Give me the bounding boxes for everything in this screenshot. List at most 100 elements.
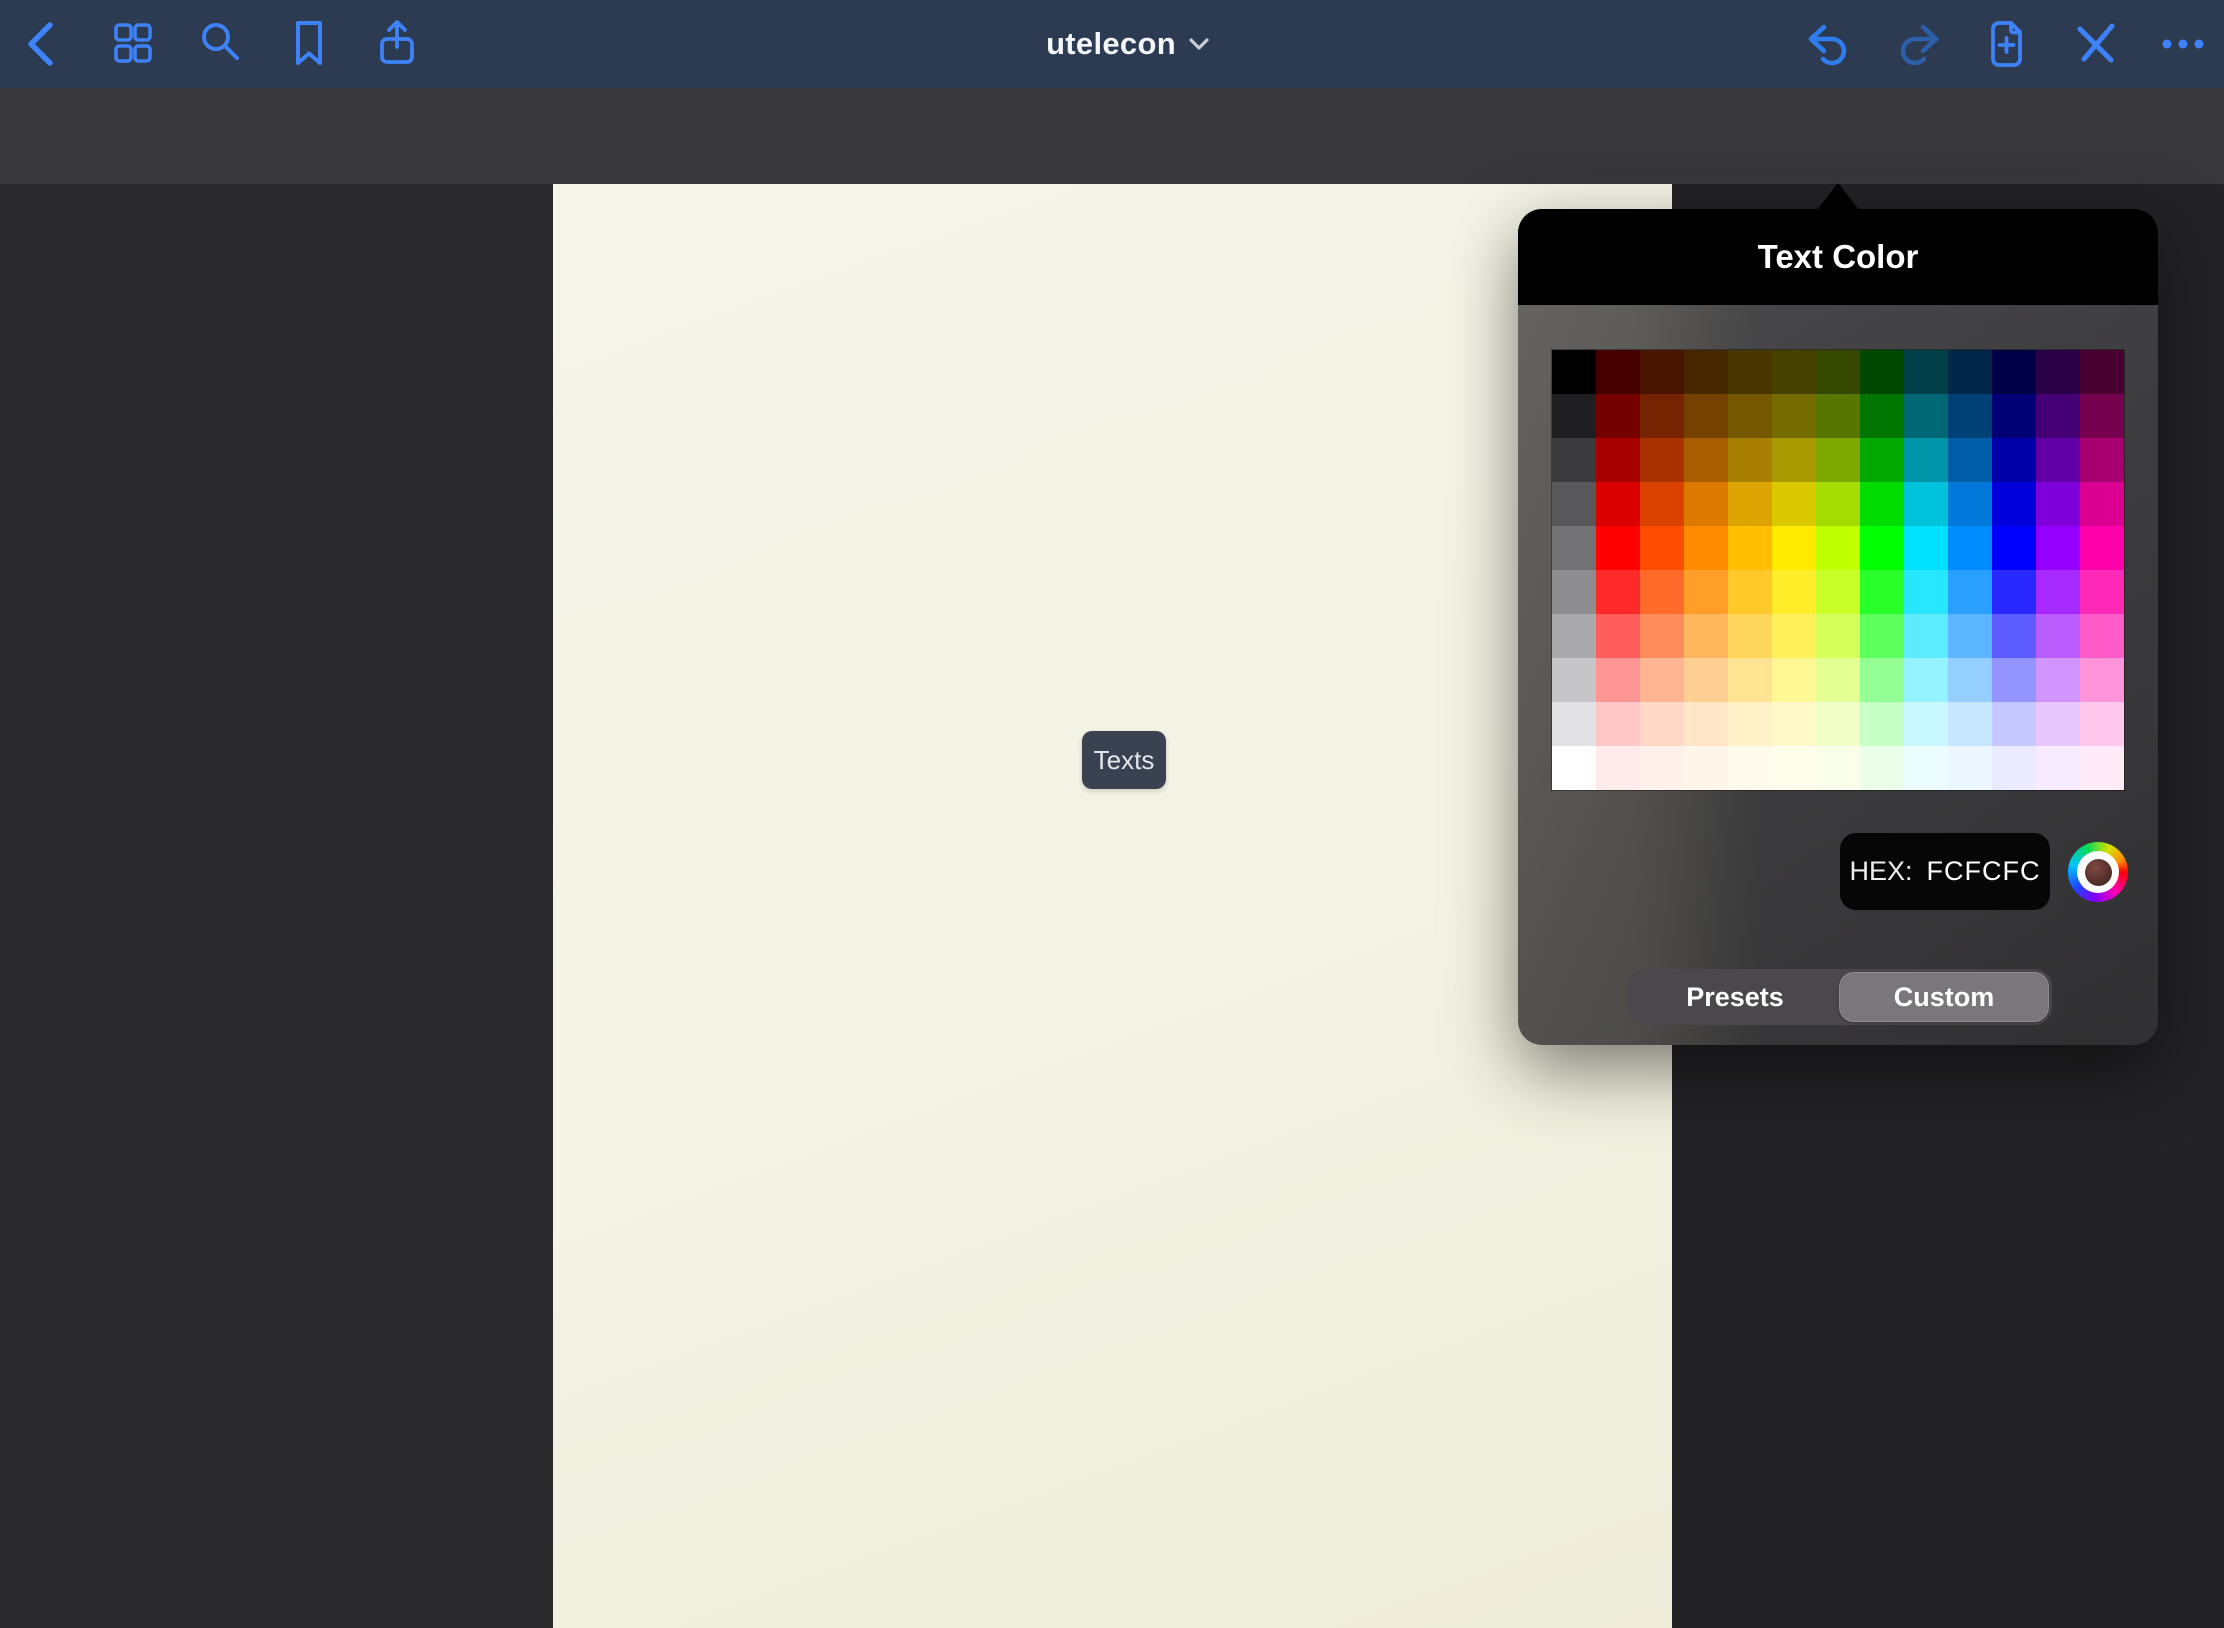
palette-swatch-2-0[interactable]	[1552, 438, 1596, 482]
segment-presets[interactable]: Presets	[1631, 972, 1839, 1022]
palette-swatch-0-12[interactable]	[2080, 350, 2124, 394]
readonly-mode-button[interactable]	[2066, 15, 2124, 73]
palette-swatch-3-12[interactable]	[2080, 482, 2124, 526]
palette-swatch-8-0[interactable]	[1552, 702, 1596, 746]
palette-swatch-1-6[interactable]	[1816, 394, 1860, 438]
search-button[interactable]	[192, 15, 250, 73]
palette-swatch-3-11[interactable]	[2036, 482, 2080, 526]
palette-swatch-7-10[interactable]	[1992, 658, 2036, 702]
palette-swatch-3-0[interactable]	[1552, 482, 1596, 526]
palette-swatch-4-5[interactable]	[1772, 526, 1816, 570]
palette-swatch-2-12[interactable]	[2080, 438, 2124, 482]
palette-swatch-4-6[interactable]	[1816, 526, 1860, 570]
palette-swatch-7-5[interactable]	[1772, 658, 1816, 702]
palette-swatch-2-9[interactable]	[1948, 438, 1992, 482]
palette-swatch-2-5[interactable]	[1772, 438, 1816, 482]
palette-swatch-7-7[interactable]	[1860, 658, 1904, 702]
color-grid[interactable]	[1552, 350, 2124, 790]
pages-overview-button[interactable]	[104, 15, 162, 73]
palette-swatch-7-6[interactable]	[1816, 658, 1860, 702]
palette-swatch-6-12[interactable]	[2080, 614, 2124, 658]
palette-swatch-2-6[interactable]	[1816, 438, 1860, 482]
undo-button[interactable]	[1800, 15, 1858, 73]
palette-swatch-4-11[interactable]	[2036, 526, 2080, 570]
palette-swatch-5-4[interactable]	[1728, 570, 1772, 614]
palette-swatch-6-11[interactable]	[2036, 614, 2080, 658]
palette-swatch-0-10[interactable]	[1992, 350, 2036, 394]
palette-swatch-3-9[interactable]	[1948, 482, 1992, 526]
palette-swatch-5-12[interactable]	[2080, 570, 2124, 614]
palette-swatch-7-8[interactable]	[1904, 658, 1948, 702]
palette-swatch-3-4[interactable]	[1728, 482, 1772, 526]
palette-swatch-6-3[interactable]	[1684, 614, 1728, 658]
palette-swatch-3-5[interactable]	[1772, 482, 1816, 526]
palette-swatch-8-10[interactable]	[1992, 702, 2036, 746]
add-page-button[interactable]	[1977, 15, 2035, 73]
palette-swatch-1-12[interactable]	[2080, 394, 2124, 438]
palette-swatch-0-8[interactable]	[1904, 350, 1948, 394]
palette-swatch-4-0[interactable]	[1552, 526, 1596, 570]
palette-swatch-7-2[interactable]	[1640, 658, 1684, 702]
palette-swatch-0-7[interactable]	[1860, 350, 1904, 394]
palette-swatch-4-9[interactable]	[1948, 526, 1992, 570]
palette-swatch-5-0[interactable]	[1552, 570, 1596, 614]
palette-swatch-7-12[interactable]	[2080, 658, 2124, 702]
palette-swatch-5-6[interactable]	[1816, 570, 1860, 614]
palette-swatch-8-9[interactable]	[1948, 702, 1992, 746]
palette-swatch-9-9[interactable]	[1948, 746, 1992, 790]
palette-swatch-9-1[interactable]	[1596, 746, 1640, 790]
palette-swatch-7-9[interactable]	[1948, 658, 1992, 702]
palette-swatch-1-11[interactable]	[2036, 394, 2080, 438]
palette-swatch-1-3[interactable]	[1684, 394, 1728, 438]
palette-swatch-7-4[interactable]	[1728, 658, 1772, 702]
palette-swatch-2-11[interactable]	[2036, 438, 2080, 482]
palette-swatch-6-4[interactable]	[1728, 614, 1772, 658]
palette-swatch-9-0[interactable]	[1552, 746, 1596, 790]
canvas-paper[interactable]	[553, 184, 1672, 1628]
palette-swatch-0-0[interactable]	[1552, 350, 1596, 394]
palette-swatch-6-10[interactable]	[1992, 614, 2036, 658]
palette-swatch-9-6[interactable]	[1816, 746, 1860, 790]
more-button[interactable]	[2154, 15, 2212, 73]
palette-swatch-1-8[interactable]	[1904, 394, 1948, 438]
palette-swatch-8-3[interactable]	[1684, 702, 1728, 746]
selected-text-object[interactable]: Texts	[1082, 731, 1166, 789]
palette-swatch-4-8[interactable]	[1904, 526, 1948, 570]
palette-swatch-9-3[interactable]	[1684, 746, 1728, 790]
palette-swatch-5-5[interactable]	[1772, 570, 1816, 614]
palette-swatch-2-8[interactable]	[1904, 438, 1948, 482]
palette-swatch-8-12[interactable]	[2080, 702, 2124, 746]
palette-swatch-3-3[interactable]	[1684, 482, 1728, 526]
palette-swatch-5-2[interactable]	[1640, 570, 1684, 614]
palette-swatch-8-8[interactable]	[1904, 702, 1948, 746]
palette-swatch-5-7[interactable]	[1860, 570, 1904, 614]
redo-button[interactable]	[1889, 15, 1947, 73]
palette-swatch-9-10[interactable]	[1992, 746, 2036, 790]
palette-swatch-8-4[interactable]	[1728, 702, 1772, 746]
palette-swatch-8-6[interactable]	[1816, 702, 1860, 746]
palette-swatch-1-7[interactable]	[1860, 394, 1904, 438]
palette-swatch-7-11[interactable]	[2036, 658, 2080, 702]
palette-swatch-2-4[interactable]	[1728, 438, 1772, 482]
palette-swatch-6-0[interactable]	[1552, 614, 1596, 658]
palette-swatch-5-11[interactable]	[2036, 570, 2080, 614]
palette-swatch-0-11[interactable]	[2036, 350, 2080, 394]
palette-swatch-2-7[interactable]	[1860, 438, 1904, 482]
palette-swatch-5-3[interactable]	[1684, 570, 1728, 614]
document-title-menu[interactable]: utelecon	[1000, 0, 1256, 88]
palette-swatch-4-10[interactable]	[1992, 526, 2036, 570]
palette-swatch-7-0[interactable]	[1552, 658, 1596, 702]
hex-input[interactable]: HEX: FCFCFC	[1840, 833, 2050, 910]
palette-swatch-3-8[interactable]	[1904, 482, 1948, 526]
palette-swatch-4-7[interactable]	[1860, 526, 1904, 570]
palette-swatch-9-11[interactable]	[2036, 746, 2080, 790]
palette-swatch-4-2[interactable]	[1640, 526, 1684, 570]
palette-swatch-4-12[interactable]	[2080, 526, 2124, 570]
palette-swatch-7-1[interactable]	[1596, 658, 1640, 702]
palette-swatch-1-9[interactable]	[1948, 394, 1992, 438]
palette-swatch-1-5[interactable]	[1772, 394, 1816, 438]
palette-swatch-3-6[interactable]	[1816, 482, 1860, 526]
palette-swatch-4-3[interactable]	[1684, 526, 1728, 570]
palette-swatch-0-9[interactable]	[1948, 350, 1992, 394]
palette-swatch-8-2[interactable]	[1640, 702, 1684, 746]
